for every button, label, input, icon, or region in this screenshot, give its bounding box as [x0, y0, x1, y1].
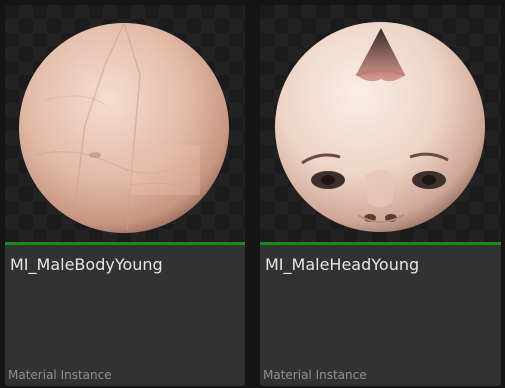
asset-tile-male-body-young[interactable]: MI_MaleBodyYoung Material Instance [5, 5, 245, 386]
asset-name: MI_MaleHeadYoung [265, 255, 420, 274]
asset-thumbnail [5, 5, 245, 242]
material-sphere-skin-body-icon [19, 22, 229, 233]
asset-tile-male-head-young[interactable]: MI_MaleHeadYoung Material Instance [260, 5, 501, 386]
asset-type-color-bar [260, 242, 501, 245]
asset-type-label: Material Instance [263, 368, 367, 382]
asset-grid: MI_MaleBodyYoung Material Instance MI_Ma… [0, 0, 505, 388]
asset-thumbnail [260, 5, 501, 242]
asset-type-color-bar [5, 242, 245, 245]
material-sphere-face-icon [275, 22, 485, 232]
asset-name: MI_MaleBodyYoung [10, 255, 163, 274]
asset-type-label: Material Instance [8, 368, 112, 382]
